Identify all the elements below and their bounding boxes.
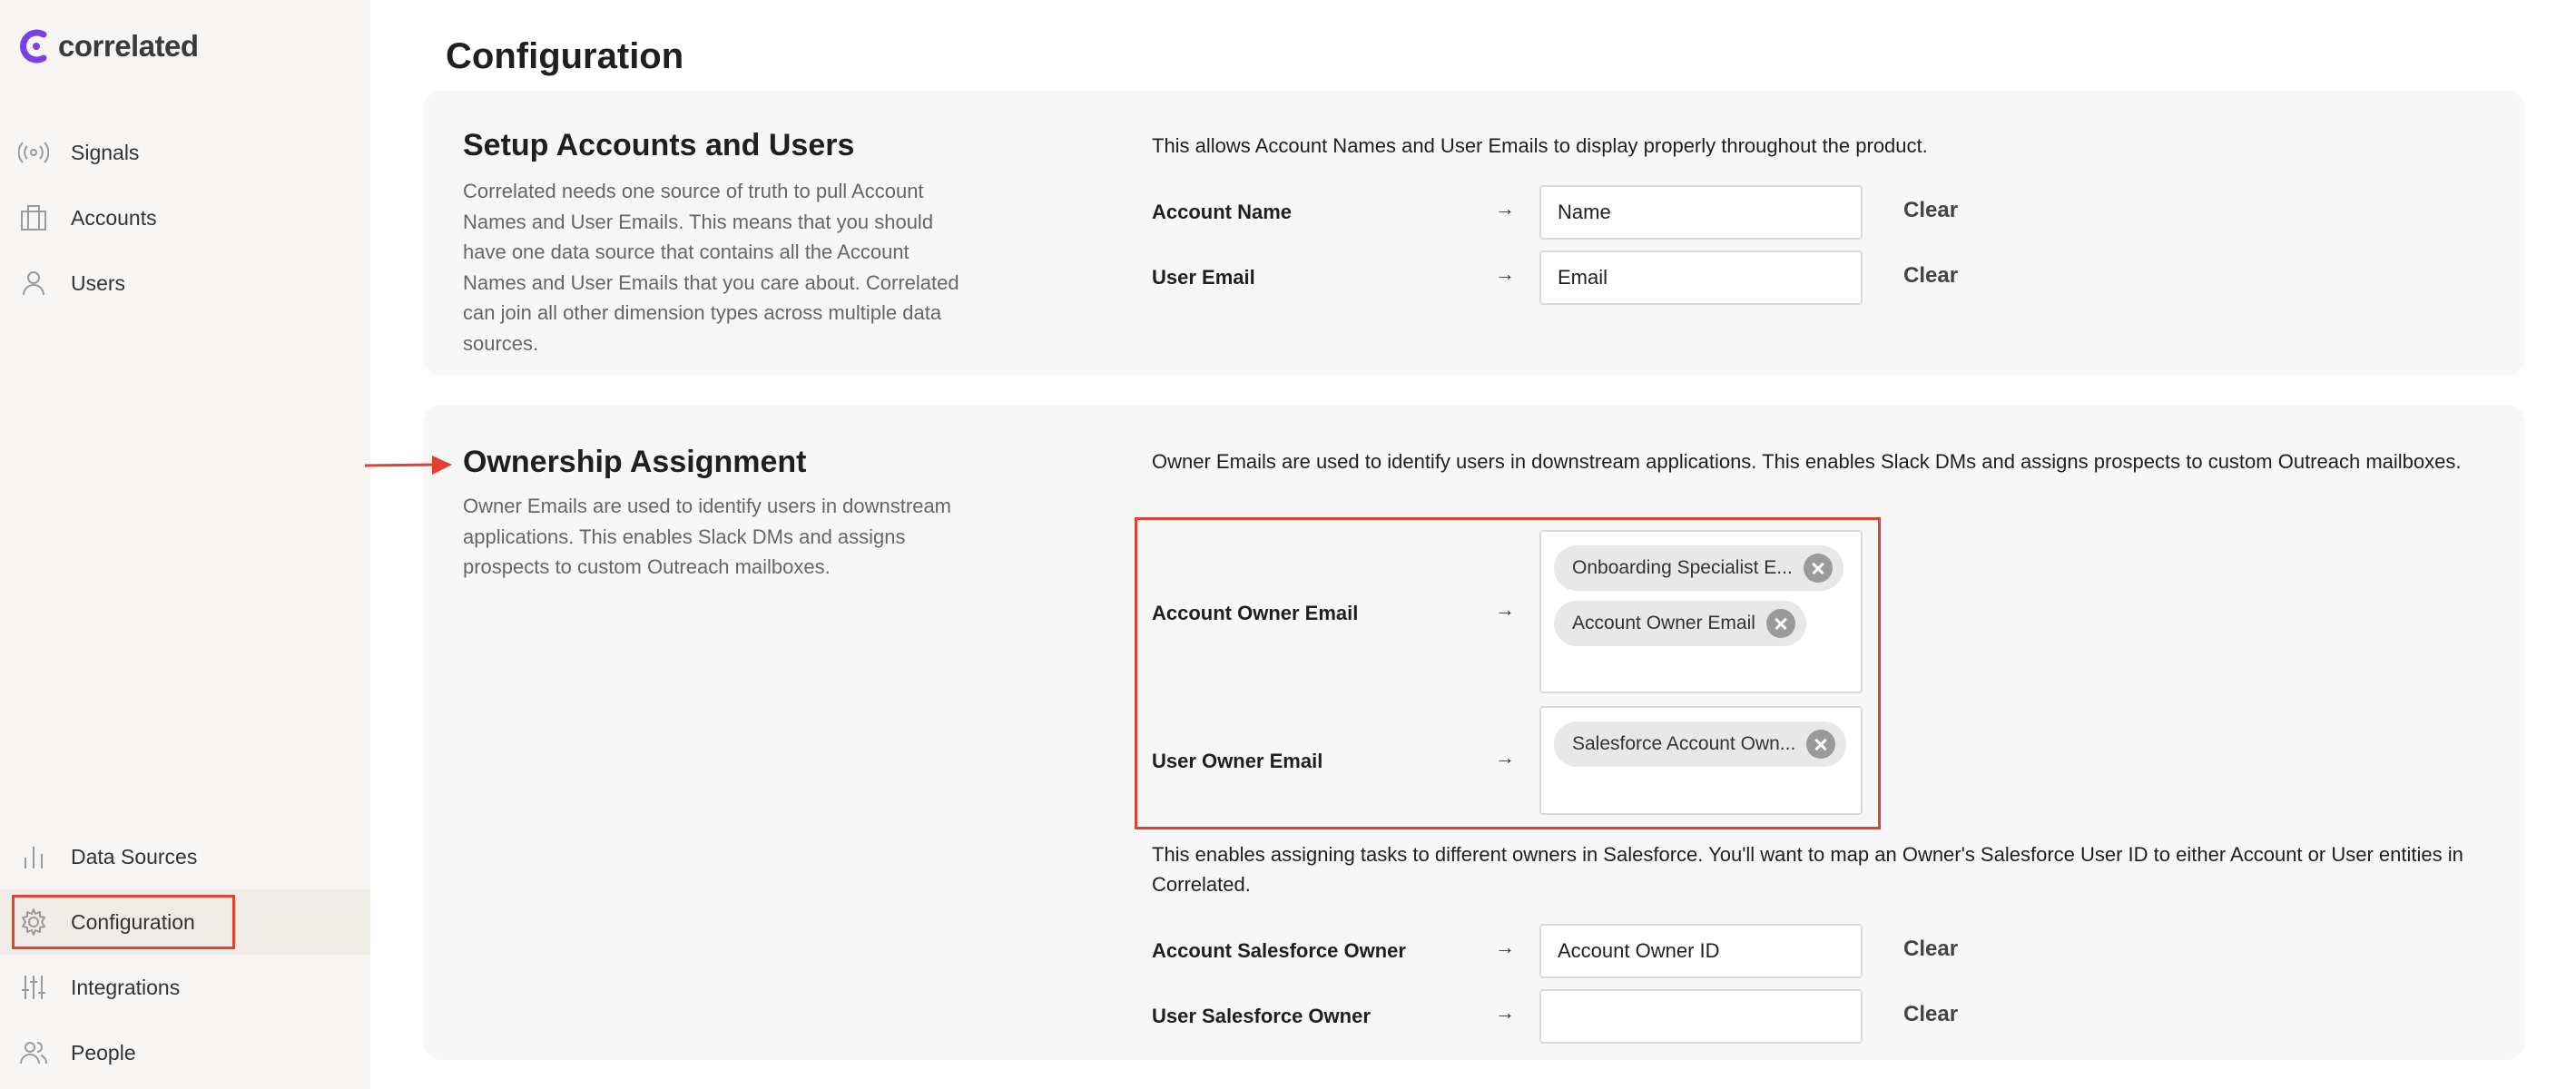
sidebar: correlated Signals Accounts Users Data S… [0,0,370,1089]
sidebar-item-label: Accounts [71,205,157,230]
sidebar-item-label: Signals [71,140,140,164]
building-icon [21,205,46,231]
account-name-label: Account Name [1152,201,1293,223]
owner-email-highlight-box [1135,517,1881,829]
sliders-icon [22,976,45,999]
user-email-field[interactable]: Email [1539,250,1863,305]
correlated-logo-icon [20,29,47,64]
ownership-section-description: Owner Emails are used to identify users … [463,495,952,578]
arrow-right-icon: → [1495,197,1515,220]
setup-intro-text: This allows Account Names and User Email… [1152,134,1928,157]
bar-chart-icon [25,847,43,868]
ownership-section-title: Ownership Assignment [463,445,807,479]
account-name-clear-button[interactable]: Clear [1903,198,1958,223]
user-salesforce-owner-label: User Salesforce Owner [1152,1005,1371,1027]
user-email-label: User Email [1152,266,1255,289]
sidebar-item-accounts[interactable]: Accounts [0,185,370,250]
sidebar-item-users[interactable]: Users [0,250,370,316]
user-salesforce-owner-field[interactable] [1539,989,1863,1044]
arrow-right-icon: → [1495,936,1515,958]
account-salesforce-owner-clear-button[interactable]: Clear [1903,937,1958,962]
account-salesforce-owner-field[interactable]: Account Owner ID [1539,924,1863,978]
account-salesforce-owner-label: Account Salesforce Owner [1152,939,1406,962]
setup-section-title: Setup Accounts and Users [463,128,855,162]
user-email-clear-button[interactable]: Clear [1903,263,1958,289]
sidebar-item-data-sources[interactable]: Data Sources [0,824,370,889]
logo[interactable]: correlated [16,27,199,65]
account-name-field[interactable]: Name [1539,185,1863,240]
signal-icon [18,142,49,163]
people-icon [20,1042,47,1064]
sidebar-item-people[interactable]: People [0,1020,370,1085]
sidebar-item-signals[interactable]: Signals [0,120,370,185]
configuration-highlight-box [12,895,235,949]
setup-section-description: Correlated needs one source of truth to … [463,180,959,355]
sidebar-item-integrations[interactable]: Integrations [0,955,370,1020]
salesforce-intro-text: This enables assigning tasks to differen… [1152,843,2463,896]
user-salesforce-owner-clear-button[interactable]: Clear [1903,1002,1958,1027]
arrow-right-icon: → [1495,262,1515,285]
user-icon [23,271,44,296]
page-title: Configuration [446,36,684,76]
sidebar-item-label: Data Sources [71,844,198,868]
sidebar-item-label: People [71,1040,136,1064]
logo-text: correlated [58,29,199,63]
annotation-arrow-icon [365,456,452,475]
sidebar-item-label: Integrations [71,975,181,999]
sidebar-item-label: Users [71,270,126,295]
arrow-right-icon: → [1495,1001,1515,1024]
ownership-intro-text: Owner Emails are used to identify users … [1152,450,2462,473]
